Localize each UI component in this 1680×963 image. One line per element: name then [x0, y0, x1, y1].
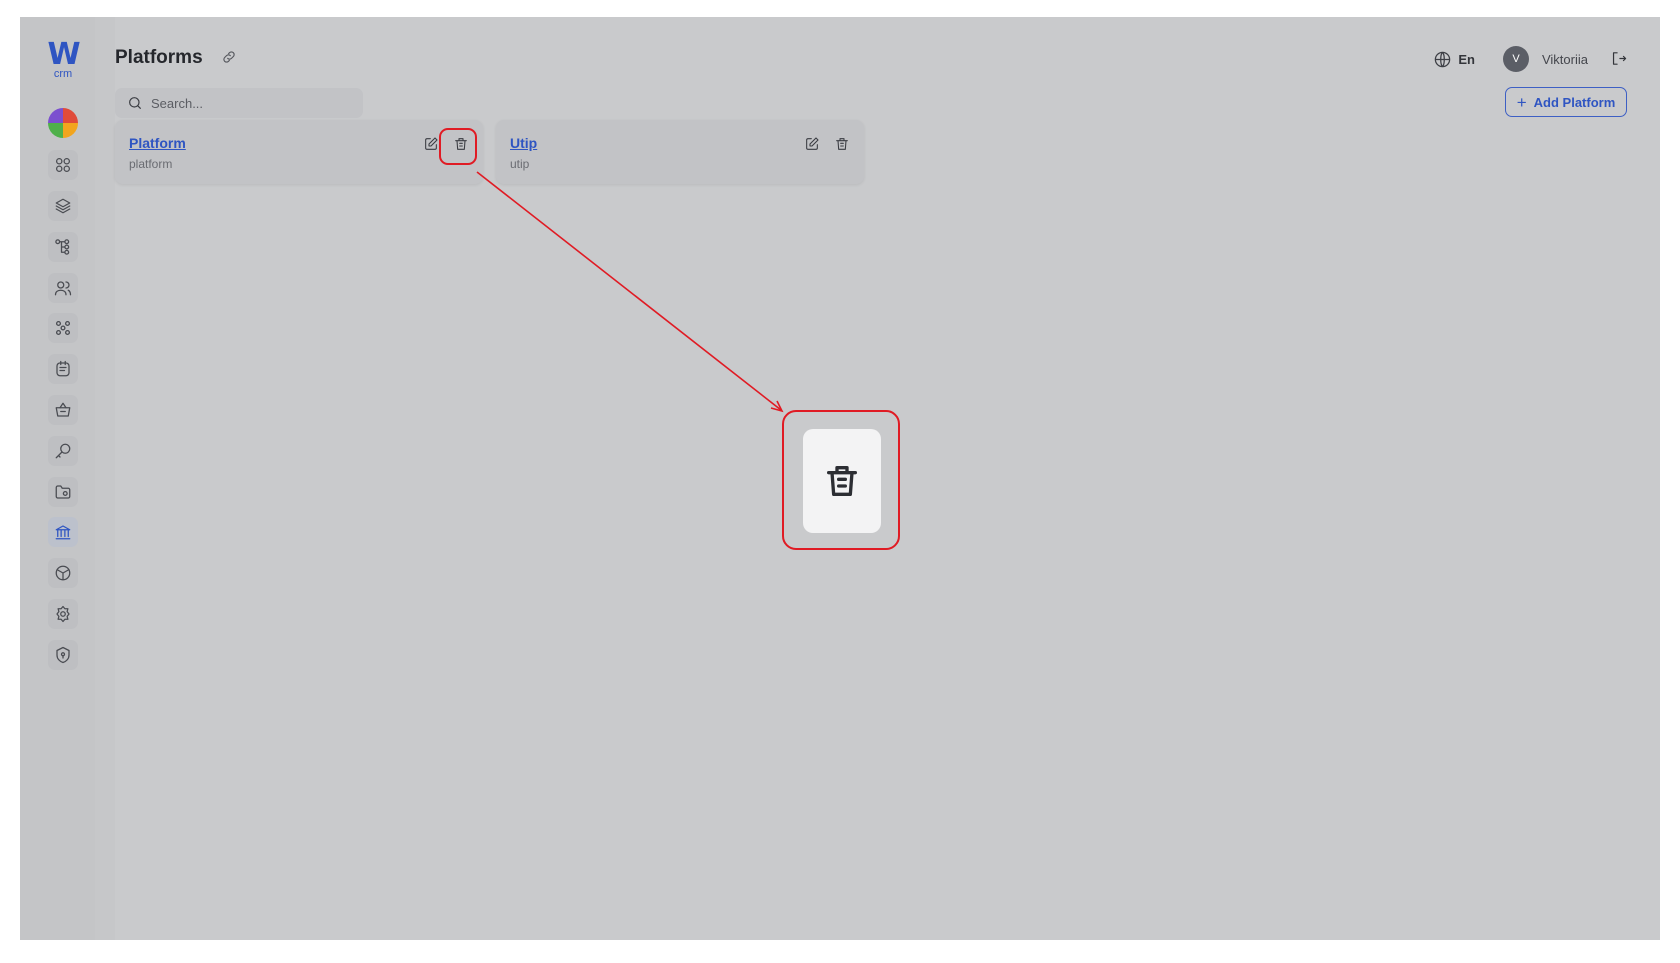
add-platform-button[interactable]: + Add Platform — [1505, 87, 1627, 117]
sidebar-item-key[interactable] — [48, 436, 78, 466]
logo[interactable]: W crm — [42, 37, 84, 80]
sidebar-item-hierarchy[interactable] — [48, 232, 78, 262]
zoom-delete-button — [803, 429, 881, 533]
sidebar-item-notes[interactable] — [48, 354, 78, 384]
sidebar-item-users[interactable] — [48, 273, 78, 303]
avatar[interactable]: V — [1502, 46, 1529, 72]
sidebar: W crm — [20, 17, 95, 940]
delete-button[interactable] — [831, 133, 853, 155]
platform-name-link[interactable]: Utip — [510, 135, 537, 151]
sidebar-item-team[interactable] — [48, 313, 78, 343]
settings-icon — [56, 605, 70, 623]
app-switcher-icon[interactable] — [48, 108, 78, 138]
key-icon — [55, 443, 71, 459]
header-actions: En V Viktoriia — [1433, 44, 1628, 74]
globe-icon — [1435, 51, 1451, 67]
zoom-callout — [782, 410, 900, 550]
team-icon — [55, 320, 71, 336]
platform-slug: utip — [510, 157, 530, 171]
user-name[interactable]: Viktoriia — [1542, 52, 1588, 67]
sidebar-item-bank[interactable] — [48, 517, 78, 547]
layers-icon — [55, 198, 71, 214]
platform-slug: platform — [129, 157, 173, 171]
search-input[interactable] — [151, 95, 351, 111]
bank-icon — [55, 525, 71, 540]
search-bar[interactable] — [115, 88, 363, 118]
plus-icon: + — [1516, 92, 1527, 112]
shield-icon — [56, 646, 70, 664]
link-icon[interactable] — [221, 49, 239, 67]
sidebar-item-dashboard[interactable] — [48, 150, 78, 180]
page-title: Platforms — [115, 47, 203, 68]
box-icon — [55, 565, 71, 581]
edit-button[interactable] — [801, 133, 823, 155]
dashboard-icon — [55, 157, 71, 173]
logout-icon — [1612, 52, 1627, 65]
users-icon — [54, 281, 72, 296]
folder-icon — [55, 485, 71, 499]
notes-icon — [56, 360, 70, 377]
platform-card: Platform platform — [115, 120, 483, 184]
sidebar-item-layers[interactable] — [48, 191, 78, 221]
language-selector[interactable]: En — [1433, 50, 1475, 69]
platform-name-link[interactable]: Platform — [129, 135, 186, 151]
hierarchy-icon — [55, 239, 70, 255]
sidebar-item-folder[interactable] — [48, 477, 78, 507]
basket-icon — [55, 402, 71, 417]
logo-letter: W — [47, 37, 80, 72]
delete-highlight-box — [439, 128, 477, 165]
app-window: W crm Platforms Search... En V Viktoriia… — [20, 17, 1660, 940]
delete-icon — [836, 138, 848, 150]
sidebar-item-box[interactable] — [48, 558, 78, 588]
sidebar-item-shield[interactable] — [48, 640, 78, 670]
edit-icon — [806, 137, 819, 150]
sidebar-item-settings[interactable] — [48, 599, 78, 629]
logout-button[interactable] — [1610, 50, 1628, 68]
sidebar-item-basket[interactable] — [48, 395, 78, 425]
add-platform-label: Add Platform — [1533, 94, 1616, 110]
content-gutter — [95, 17, 115, 940]
search-icon — [129, 97, 141, 109]
platform-card: Utip utip — [496, 120, 864, 184]
trash-icon — [827, 466, 857, 496]
edit-icon — [425, 137, 438, 150]
language-label: En — [1458, 51, 1475, 67]
